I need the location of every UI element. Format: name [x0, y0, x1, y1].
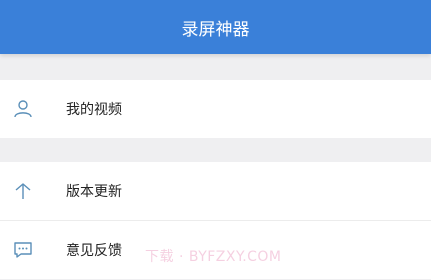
page-title: 录屏神器	[181, 19, 250, 40]
user-icon	[12, 98, 34, 120]
menu-item-label: 版本更新	[66, 184, 122, 200]
feedback-icon	[12, 239, 34, 261]
menu-item-version-update[interactable]: 版本更新	[0, 162, 431, 220]
menu-item-label: 意见反馈	[66, 243, 122, 259]
watermark: 下载 · BYFZXY.COM	[145, 249, 282, 265]
app-header: 录屏神器	[0, 0, 431, 54]
upload-arrow-icon	[12, 180, 34, 202]
menu-item-label: 我的视频	[66, 102, 122, 118]
menu-item-my-videos[interactable]: 我的视频	[0, 80, 431, 138]
